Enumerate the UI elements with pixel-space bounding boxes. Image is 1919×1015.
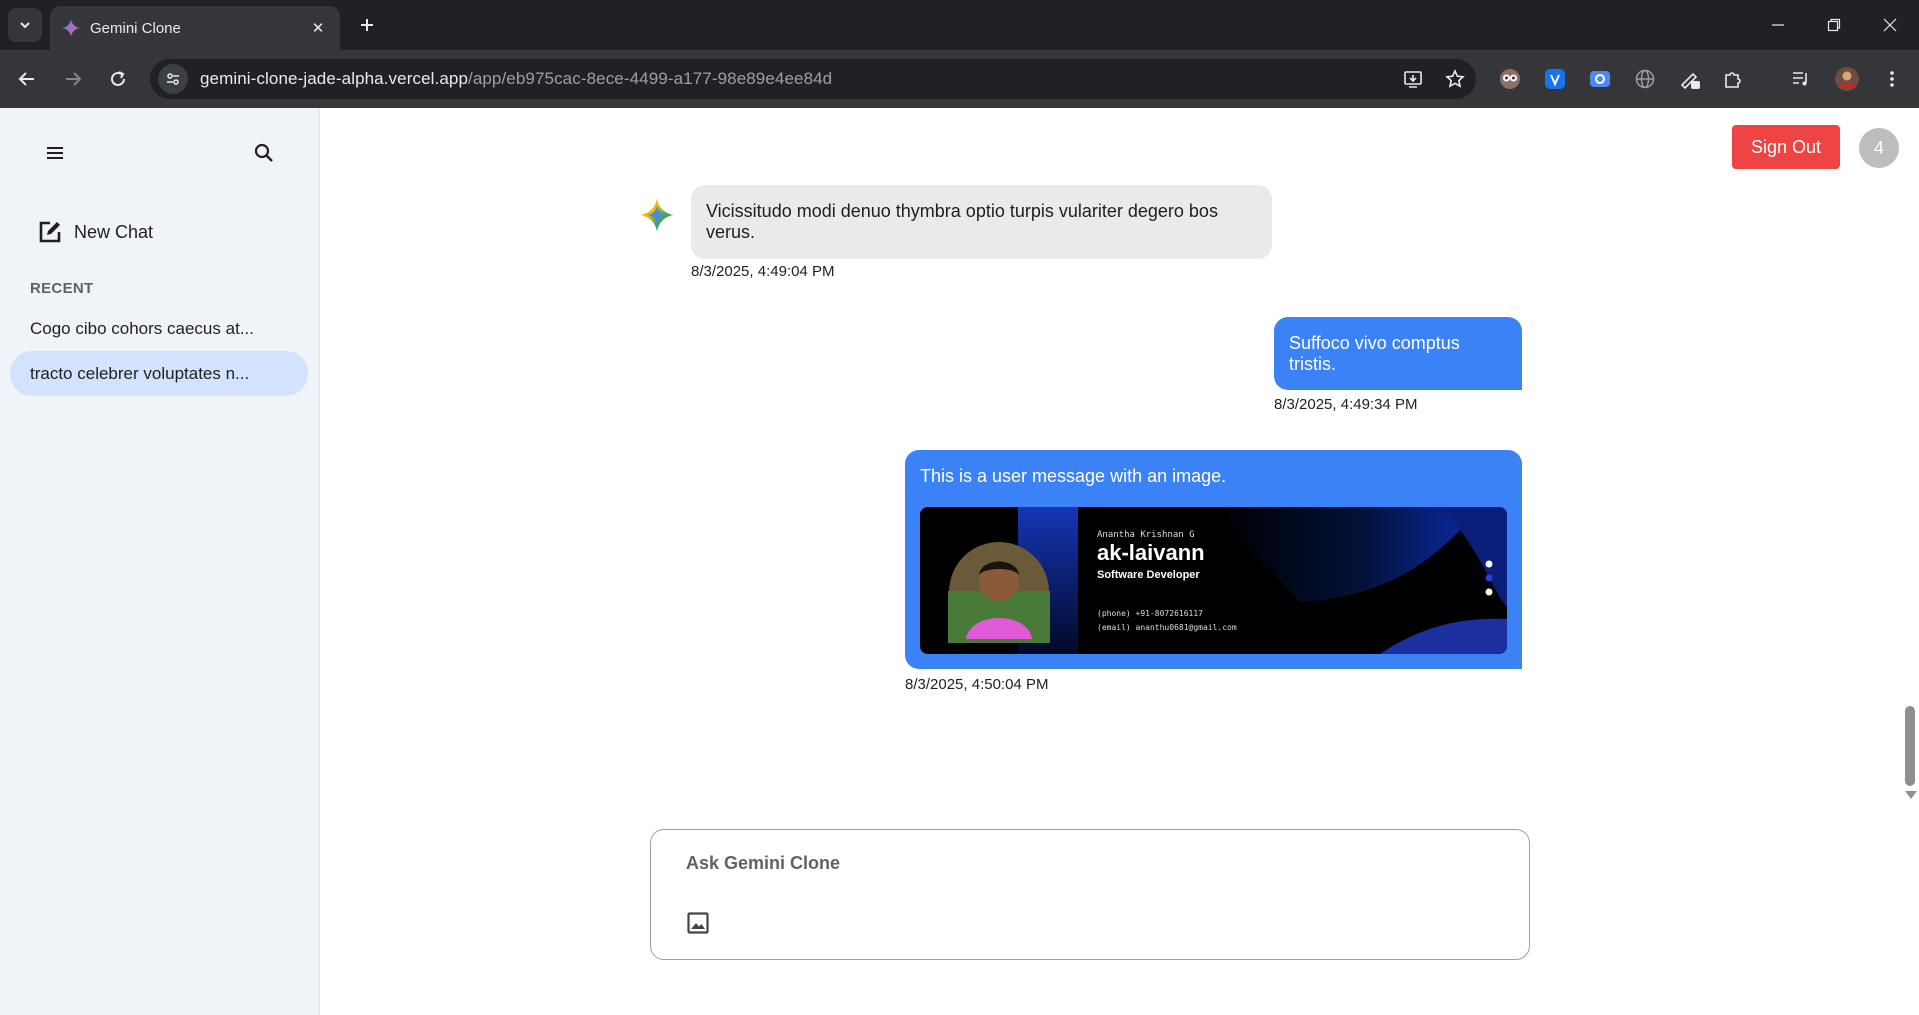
close-icon [1883, 18, 1897, 32]
minimize-icon [1772, 24, 1784, 26]
profile-avatar-icon [1835, 67, 1859, 91]
install-app-button[interactable] [1398, 64, 1428, 94]
user-message-text: This is a user message with an image. [920, 466, 1227, 486]
attached-image[interactable]: Anantha Krishnan G ak-laivann Software D… [920, 507, 1507, 654]
profile-photo [948, 542, 1050, 643]
scrollbar-thumb[interactable] [1905, 706, 1915, 786]
close-window-button[interactable] [1862, 0, 1918, 50]
image-icon [687, 912, 709, 934]
arrow-left-icon [18, 72, 34, 86]
recent-heading: RECENT [30, 280, 94, 297]
address-bar[interactable]: gemini-clone-jade-alpha.vercel.app/app/e… [150, 59, 1476, 99]
ai-message-bubble: Vicissitudo modi denuo thymbra optio tur… [691, 185, 1272, 259]
reload-button[interactable] [103, 64, 133, 94]
gemini-favicon-icon [62, 19, 80, 37]
puzzle-icon [1725, 72, 1741, 88]
media-controls-button[interactable] [1786, 64, 1816, 94]
minimize-button[interactable] [1750, 0, 1806, 50]
url-path: /app/eb975cac-8ece-4499-a177-98e89e4ee84… [468, 69, 833, 88]
card-dots-graphic [1485, 560, 1493, 596]
extensions-menu-button[interactable] [1718, 64, 1748, 94]
plus-icon [361, 19, 373, 31]
site-info-button[interactable] [158, 64, 188, 94]
extension-v-button[interactable] [1540, 64, 1570, 94]
tab-close-button[interactable]: ✕ [308, 19, 328, 37]
message-timestamp: 8/3/2025, 4:50:04 PM [905, 676, 1049, 693]
tune-icon [167, 73, 179, 85]
bookmark-button[interactable] [1440, 64, 1470, 94]
edit-square-icon [39, 221, 61, 243]
forward-button[interactable] [58, 64, 88, 94]
star-icon [1445, 69, 1465, 88]
back-button[interactable] [12, 64, 42, 94]
card-phone: (phone) +91-8072616117 [1097, 609, 1203, 618]
extension-globe-button[interactable] [1630, 64, 1660, 94]
search-icon [254, 143, 273, 162]
user-avatar[interactable]: 4 [1859, 128, 1899, 168]
card-role: Software Developer [1097, 569, 1200, 581]
browser-tab[interactable]: Gemini Clone ✕ [50, 6, 340, 50]
extension-pen-button[interactable] [1675, 64, 1705, 94]
tab-search-button[interactable] [8, 8, 42, 42]
extension-owl-button[interactable] [1495, 64, 1525, 94]
message-timestamp: 8/3/2025, 4:49:04 PM [691, 263, 835, 280]
recent-chat-item[interactable]: Cogo cibo cohors caecus at... [10, 306, 308, 351]
prompt-composer [650, 829, 1530, 960]
recent-chat-label: tracto celebrer voluptates n... [30, 363, 250, 383]
extension-screen-button[interactable] [1585, 64, 1615, 94]
browser-titlebar: Gemini Clone ✕ [0, 0, 1919, 50]
chevron-down-icon [20, 22, 30, 29]
profile-button[interactable] [1832, 64, 1862, 94]
reload-icon [111, 71, 125, 86]
chat-main: Sign Out 4 Vicissitudo modi denuo thymbr… [320, 108, 1919, 1015]
sidebar: New Chat RECENT Cogo cibo cohors caecus … [0, 108, 320, 1015]
user-message-bubble: Suffoco vivo comptus tristis. [1274, 317, 1522, 390]
new-tab-button[interactable] [352, 10, 382, 40]
install-icon [1404, 71, 1422, 88]
screen-record-icon [1590, 71, 1610, 87]
globe-icon [1635, 69, 1655, 89]
attach-image-button[interactable] [683, 908, 713, 938]
recent-chat-item-active[interactable]: tracto celebrer voluptates n... [10, 351, 308, 396]
hamburger-icon [47, 147, 63, 159]
gemini-sparkle-icon [640, 198, 674, 232]
card-handle: ak-laivann [1097, 540, 1205, 565]
sign-out-button[interactable]: Sign Out [1732, 125, 1840, 169]
recent-chat-label: Cogo cibo cohors caecus at... [30, 318, 254, 338]
app-container: New Chat RECENT Cogo cibo cohors caecus … [0, 108, 1919, 1015]
message-timestamp: 8/3/2025, 4:49:34 PM [1274, 396, 1418, 413]
restore-button[interactable] [1806, 0, 1862, 50]
user-message-bubble-with-image: This is a user message with an image. An… [905, 450, 1522, 669]
tab-title: Gemini Clone [90, 19, 181, 37]
url-text: gemini-clone-jade-alpha.vercel.app/app/e… [200, 69, 832, 89]
prompt-input[interactable] [686, 848, 1486, 878]
card-small-name: Anantha Krishnan G [1097, 530, 1195, 540]
arrow-right-icon [66, 72, 82, 86]
browser-toolbar: gemini-clone-jade-alpha.vercel.app/app/e… [0, 50, 1919, 108]
playlist-icon [1793, 72, 1807, 86]
menu-button[interactable] [38, 136, 72, 170]
owl-extension-icon [1500, 69, 1520, 89]
new-chat-button[interactable]: New Chat [36, 218, 153, 246]
pen-extension-icon [1680, 72, 1700, 90]
kebab-menu-icon [1890, 71, 1894, 87]
url-domain: gemini-clone-jade-alpha.vercel.app [200, 69, 468, 88]
v-extension-icon [1545, 69, 1565, 89]
card-email: (email) ananthu0681@gmail.com [1097, 623, 1237, 632]
scroll-down-arrow[interactable] [1905, 791, 1917, 799]
restore-icon [1827, 18, 1841, 32]
new-chat-label: New Chat [74, 221, 154, 242]
browser-menu-button[interactable] [1877, 64, 1907, 94]
search-button[interactable] [247, 136, 281, 170]
